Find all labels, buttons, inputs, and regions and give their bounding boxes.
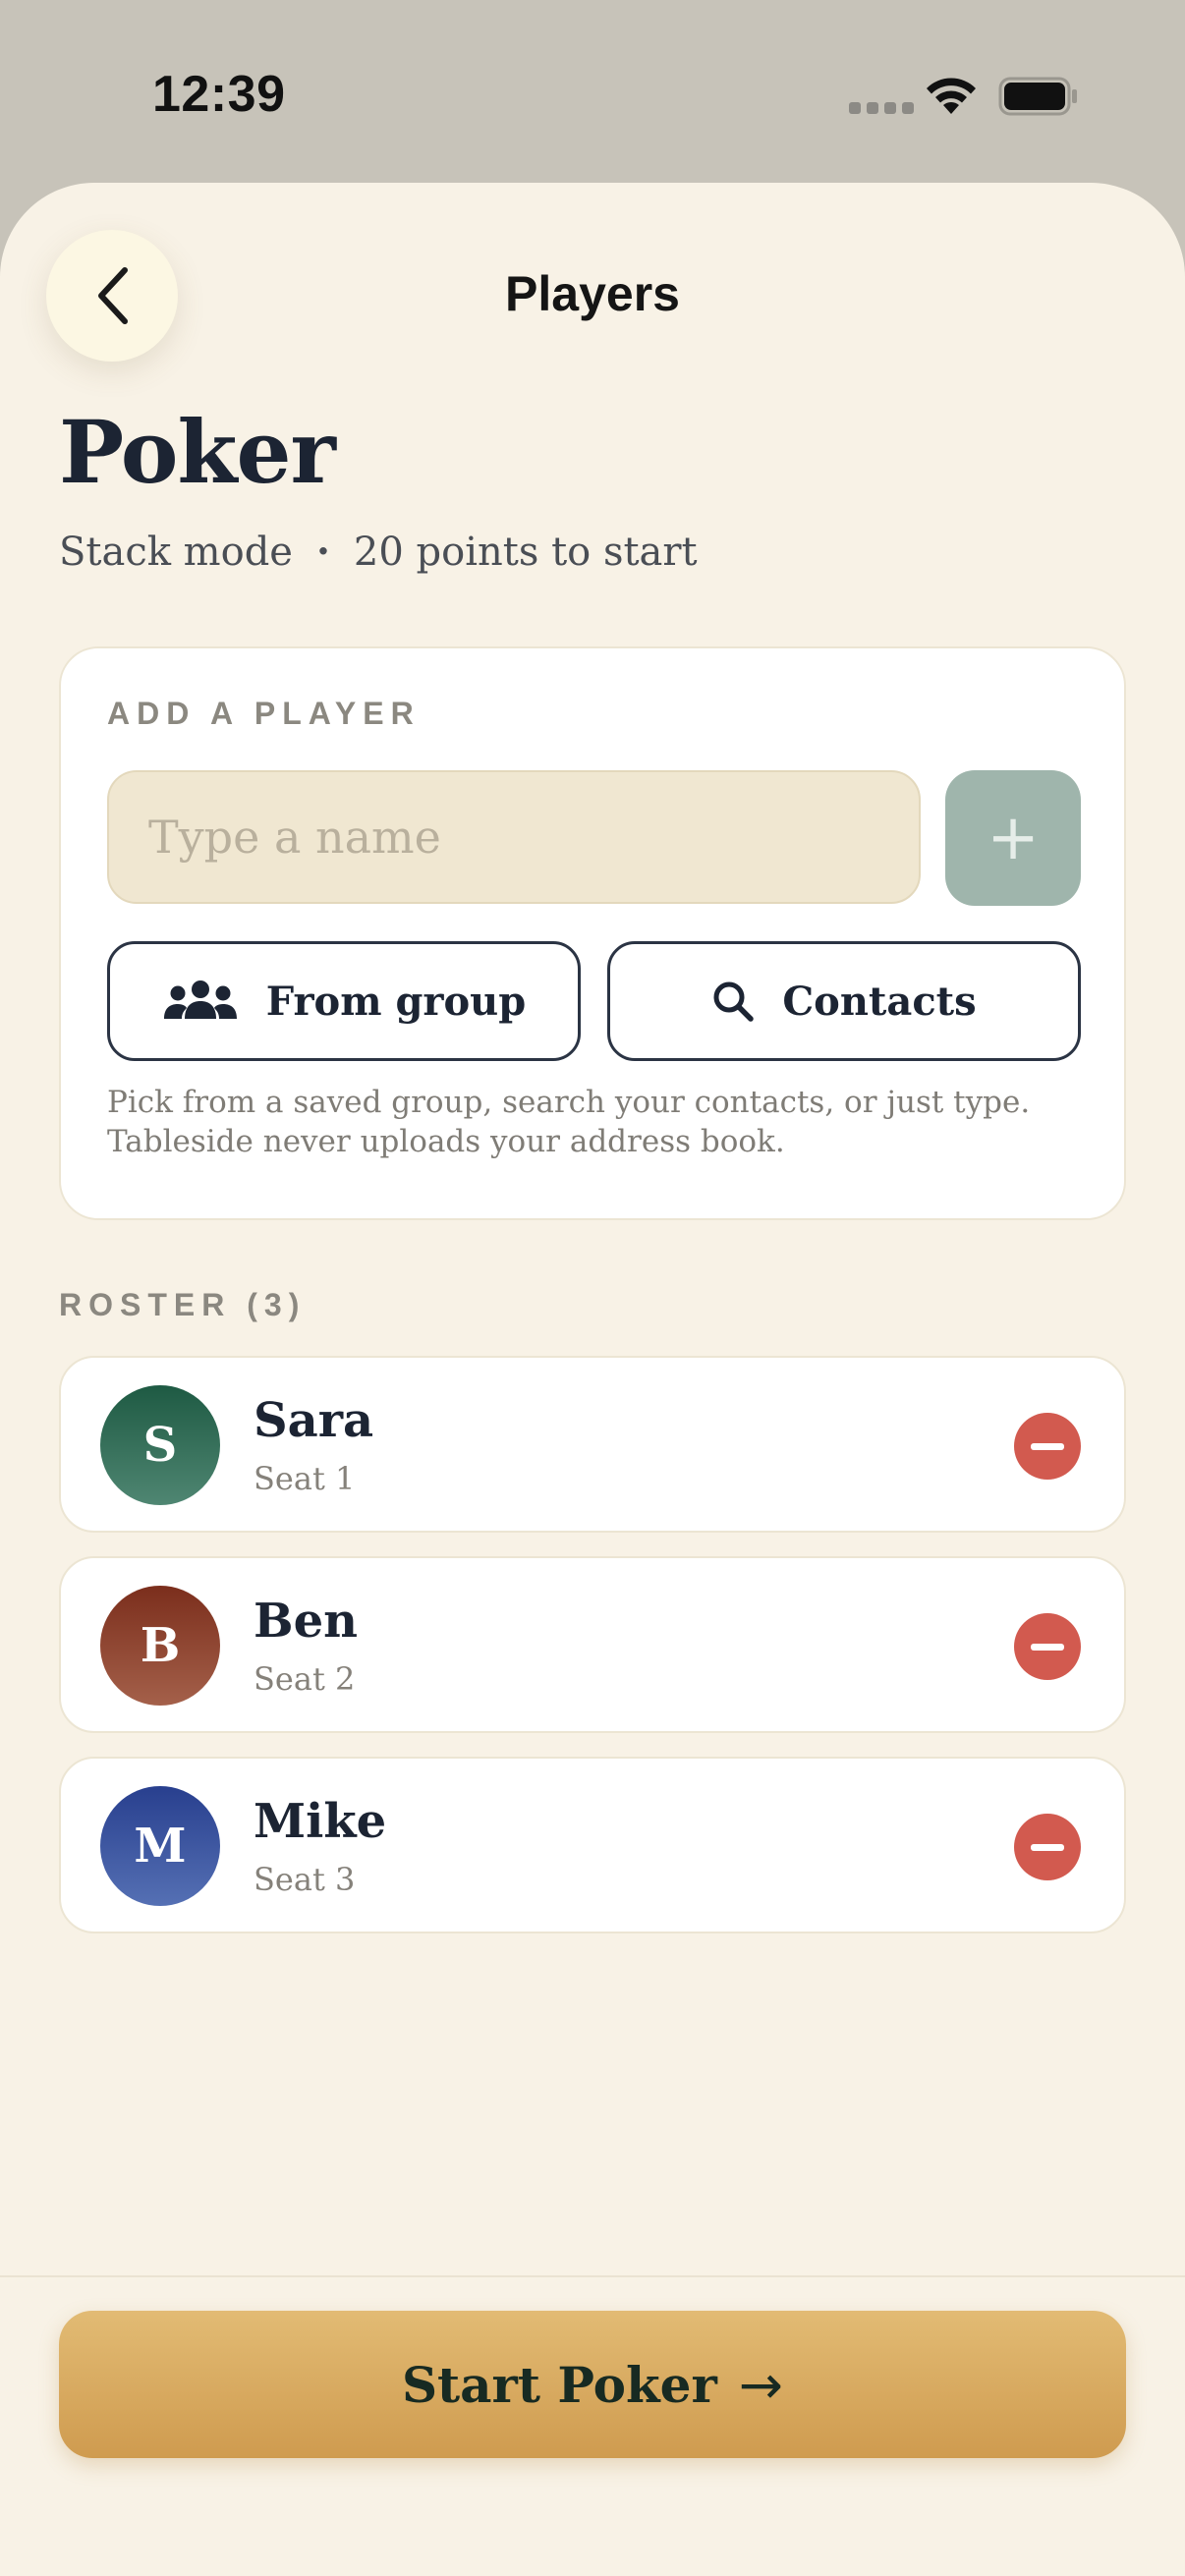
add-player-section-label: ADD A PLAYER bbox=[107, 696, 421, 731]
minus-icon bbox=[1031, 1843, 1064, 1851]
contacts-label: Contacts bbox=[782, 978, 977, 1025]
bottom-divider bbox=[0, 2275, 1185, 2277]
player-row: B Ben Seat 2 bbox=[59, 1556, 1126, 1733]
arrow-right-icon: → bbox=[738, 2353, 784, 2416]
player-name: Mike bbox=[254, 1794, 387, 1849]
from-group-label: From group bbox=[265, 978, 527, 1025]
avatar: B bbox=[100, 1586, 220, 1706]
remove-player-button[interactable] bbox=[1014, 1413, 1081, 1480]
player-row: M Mike Seat 3 bbox=[59, 1757, 1126, 1933]
status-bar: 12:39 bbox=[0, 0, 1185, 183]
game-subtitle: Stack mode · 20 points to start bbox=[59, 529, 698, 575]
subtitle-separator: · bbox=[315, 529, 330, 575]
remove-player-button[interactable] bbox=[1014, 1814, 1081, 1880]
group-icon bbox=[163, 980, 237, 1019]
remove-player-button[interactable] bbox=[1014, 1613, 1081, 1680]
player-name: Ben bbox=[254, 1594, 359, 1649]
player-name: Sara bbox=[254, 1393, 374, 1448]
status-time: 12:39 bbox=[152, 66, 286, 123]
cellular-signal-icon bbox=[849, 102, 914, 114]
mode-text: Stack mode bbox=[59, 529, 293, 575]
player-seat: Seat 2 bbox=[254, 1660, 356, 1698]
player-seat: Seat 3 bbox=[254, 1861, 356, 1898]
start-game-label: Start Poker bbox=[401, 2355, 717, 2414]
minus-icon bbox=[1031, 1643, 1064, 1651]
add-player-card: ADD A PLAYER + From group Contacts Pick bbox=[59, 646, 1126, 1220]
player-name-input[interactable] bbox=[107, 770, 921, 904]
battery-icon bbox=[998, 77, 1077, 116]
players-sheet: Players Poker Stack mode · 20 points to … bbox=[0, 183, 1185, 2576]
points-text: 20 points to start bbox=[353, 529, 698, 575]
player-seat: Seat 1 bbox=[254, 1460, 356, 1497]
from-group-button[interactable]: From group bbox=[107, 941, 581, 1061]
minus-icon bbox=[1031, 1442, 1064, 1450]
plus-icon: + bbox=[987, 802, 1040, 874]
avatar: M bbox=[100, 1786, 220, 1906]
add-player-button[interactable]: + bbox=[945, 770, 1081, 906]
contacts-button[interactable]: Contacts bbox=[607, 941, 1081, 1061]
wifi-icon bbox=[927, 78, 976, 114]
nav-title: Players bbox=[505, 266, 680, 321]
player-row: S Sara Seat 1 bbox=[59, 1356, 1126, 1533]
search-icon bbox=[713, 981, 755, 1022]
add-player-help-text: Pick from a saved group, search your con… bbox=[107, 1085, 1031, 1159]
page-title: Poker bbox=[59, 401, 336, 503]
roster-section-label: ROSTER (3) bbox=[59, 1287, 307, 1322]
avatar: S bbox=[100, 1385, 220, 1505]
start-game-button[interactable]: Start Poker → bbox=[59, 2311, 1126, 2458]
